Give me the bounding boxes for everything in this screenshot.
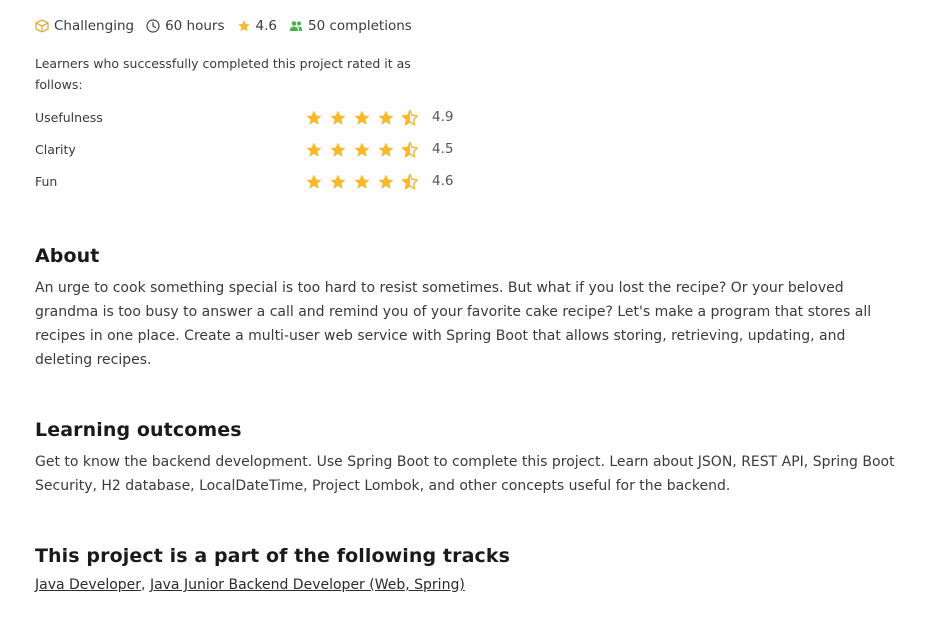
star-filled-icon xyxy=(378,174,394,189)
tracks-heading: This project is a part of the following … xyxy=(35,545,510,567)
rating-stars xyxy=(305,173,425,191)
ratings-intro: Learners who successfully completed this… xyxy=(35,56,411,92)
difficulty-label: Challenging xyxy=(54,18,135,34)
rating-value: 4.5 xyxy=(432,141,454,157)
star-icon xyxy=(237,20,250,32)
star-filled-icon xyxy=(354,142,370,157)
star-half-icon xyxy=(401,109,419,126)
star-filled-icon xyxy=(306,174,322,189)
duration: 60 hours xyxy=(146,18,225,34)
rating-stars xyxy=(305,109,425,127)
completions-label: 50 completions xyxy=(308,18,412,34)
rating-row-clarity: Clarity 4.5 xyxy=(35,138,475,170)
rating-value: 4.9 xyxy=(432,109,454,125)
track-link-java-developer[interactable]: Java Developer xyxy=(35,577,141,593)
difficulty: Challenging xyxy=(35,18,134,34)
duration-label: 60 hours xyxy=(165,18,225,34)
users-icon xyxy=(289,21,303,31)
star-filled-icon xyxy=(306,142,322,157)
tracks-links: Java Developer, Java Junior Backend Deve… xyxy=(35,577,465,593)
overall-rating: 4.6 xyxy=(237,18,277,34)
star-filled-icon xyxy=(330,142,346,157)
star-filled-icon xyxy=(378,142,394,157)
star-filled-icon xyxy=(306,110,322,125)
rating-value: 4.6 xyxy=(432,173,454,189)
track-link-java-junior-backend[interactable]: Java Junior Backend Developer (Web, Spri… xyxy=(150,577,465,593)
rating-label: Fun xyxy=(35,174,58,189)
rating-label: Clarity xyxy=(35,142,76,157)
project-meta: Challenging 60 hours 4.6 50 completions xyxy=(35,16,424,36)
track-separator: , xyxy=(141,577,150,593)
clock-icon xyxy=(146,19,160,33)
learning-outcomes-text: Get to know the backend development. Use… xyxy=(35,454,895,494)
rating-label: Usefulness xyxy=(35,110,103,125)
rating-row-fun: Fun 4.6 xyxy=(35,170,475,202)
star-half-icon xyxy=(401,141,419,158)
about-heading: About xyxy=(35,245,100,267)
learning-outcomes-heading: Learning outcomes xyxy=(35,419,242,441)
ratings-list: Usefulness 4.9 Clarity 4.5 Fun 4.6 xyxy=(35,106,475,202)
star-filled-icon xyxy=(354,174,370,189)
star-filled-icon xyxy=(354,110,370,125)
rating-row-usefulness: Usefulness 4.9 xyxy=(35,106,475,138)
rating-stars xyxy=(305,141,425,159)
overall-rating-value: 4.6 xyxy=(255,18,277,34)
about-text: An urge to cook something special is too… xyxy=(35,280,872,368)
star-filled-icon xyxy=(378,110,394,125)
cube-icon xyxy=(35,19,49,33)
completions: 50 completions xyxy=(289,18,412,34)
star-filled-icon xyxy=(330,174,346,189)
star-half-icon xyxy=(401,173,419,190)
star-filled-icon xyxy=(330,110,346,125)
